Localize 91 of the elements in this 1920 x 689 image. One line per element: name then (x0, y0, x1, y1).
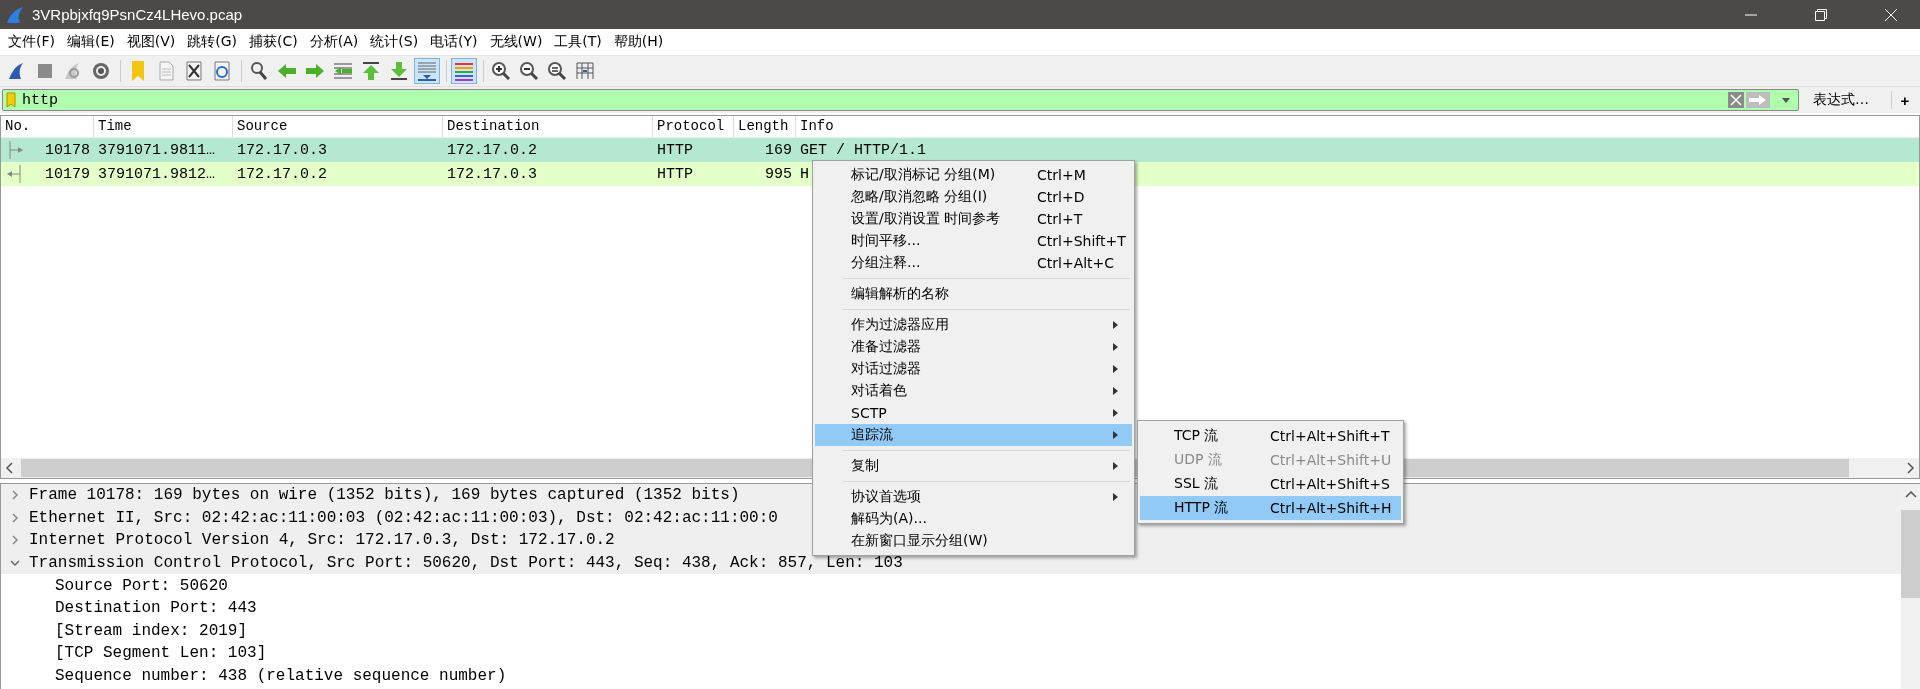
menu-item[interactable]: TCP 流 Ctrl+Alt+Shift+T (1140, 424, 1401, 448)
window-title: 3VRpbjxfq9PsnCz4LHevo.pcap (32, 6, 243, 23)
arrow-down-icon (388, 60, 410, 82)
menu-item[interactable]: 解码为(A)... (815, 508, 1132, 530)
chevron-left-icon[interactable] (5, 462, 15, 474)
menu-item[interactable]: 帮助(H) (608, 33, 671, 51)
close-file-icon (183, 60, 205, 82)
column-header[interactable]: Protocol (653, 116, 734, 137)
table-cell-text: 172.17.0.3 (236, 141, 328, 159)
menu-item[interactable]: 分组注释... Ctrl+Alt+C (815, 252, 1132, 274)
tree-item[interactable]: [TCP Segment Len: 103] (55, 644, 267, 663)
maximize-icon[interactable] (1814, 7, 1828, 22)
add-filter-button[interactable]: + (1892, 90, 1918, 110)
table-cell-text: 172.17.0.2 (446, 141, 538, 159)
menu-item[interactable]: SSL 流 Ctrl+Alt+Shift+S (1140, 472, 1401, 496)
gear-icon (90, 60, 112, 82)
menu-item[interactable]: 协议首选项 (815, 486, 1132, 508)
tree-item[interactable]: Frame 10178: 169 bytes on wire (1352 bits), 169 bytes captured (1352 bits) (29, 486, 740, 505)
menu-item[interactable]: 统计(S) (365, 33, 426, 51)
table-cell-text: 169 (764, 141, 793, 159)
colorize-icon (453, 60, 475, 82)
table-cell-text: GET / HTTP/1.1 (799, 141, 928, 159)
zoom-reset-icon (546, 60, 568, 82)
tree-item[interactable]: Destination Port: 443 (55, 599, 257, 618)
chevron-right-icon[interactable] (9, 534, 21, 547)
search-icon (248, 60, 270, 82)
zoom-in-icon (490, 60, 512, 82)
menu-item[interactable]: 准备过滤器 (815, 336, 1132, 358)
menu-item[interactable]: 编辑解析的名称 (815, 283, 1132, 305)
menu-item[interactable]: 忽略/取消忽略 分组(I) Ctrl+D (815, 186, 1132, 208)
table-cell-text: 995 (764, 165, 793, 183)
tree-item[interactable]: Source Port: 50620 (55, 576, 228, 595)
column-header[interactable]: Info (796, 116, 1919, 137)
expression-button[interactable]: 表达式… (1803, 91, 1879, 109)
autoscroll-button[interactable] (414, 58, 440, 84)
menu-item[interactable]: 捕获(C) (244, 33, 305, 51)
tree-item[interactable]: Internet Protocol Version 4, Src: 172.17.0.3, Dst: 172.17.0.2 (29, 531, 615, 550)
menu-item[interactable]: 对话过滤器 (815, 358, 1132, 380)
table-cell-text: 172.17.0.2 (236, 165, 328, 183)
tree-item[interactable]: [Stream index: 2019] (55, 621, 248, 640)
close-icon[interactable] (1884, 7, 1898, 22)
packet-row[interactable]: 10178 3791071.9811… 172.17.0.3 172.17.0.2 HTTP 169 GET / HTTP/1.1 (1, 138, 1919, 162)
tree-item[interactable]: Ethernet II, Src: 02:42:ac:11:00:03 (02:42:ac:11:00:03), Dst: 02:42:ac:11:00:0 (29, 508, 778, 527)
jump-icon (332, 60, 354, 82)
vertical-scrollbar[interactable] (1901, 484, 1920, 689)
menu-item[interactable]: 视图(V) (121, 33, 183, 51)
table-cell-text: 172.17.0.3 (446, 165, 538, 183)
column-header[interactable]: Source (233, 116, 443, 137)
arrow-up-icon (360, 60, 382, 82)
table-cell-text: HTTP (656, 141, 694, 159)
table-cell-text: 3791071.9812… (97, 165, 217, 183)
chevron-up-icon[interactable] (1904, 490, 1917, 500)
display-filter-field[interactable]: http (2, 89, 1799, 111)
menu-item[interactable]: 跳转(G) (182, 33, 245, 51)
menu-item[interactable]: 无线(W) (484, 33, 550, 51)
column-header[interactable]: No. (1, 116, 94, 137)
autoscroll-icon (416, 60, 438, 82)
menu-item[interactable]: 编辑(E) (62, 33, 122, 51)
menu-item[interactable]: HTTP 流 Ctrl+Alt+Shift+H (1140, 496, 1401, 520)
table-cell-text: 10179 (44, 165, 91, 183)
caret-icon[interactable] (1782, 97, 1790, 103)
chevron-right-icon[interactable] (1905, 462, 1915, 474)
colorize-button[interactable] (451, 58, 477, 84)
column-header[interactable]: Time (94, 116, 233, 137)
resize-columns-icon (574, 60, 596, 82)
menu-item[interactable]: 对话着色 (815, 380, 1132, 402)
chevron-right-icon[interactable] (9, 489, 21, 502)
table-cell-text: 10178 (44, 141, 91, 159)
menu-item[interactable]: 分析(A) (304, 33, 366, 51)
menu-item[interactable]: 复制 (815, 455, 1132, 477)
menu-item[interactable]: 电话(Y) (425, 33, 485, 51)
chevron-right-icon[interactable] (9, 511, 21, 524)
menu-item[interactable]: 工具(T) (549, 33, 609, 51)
table-cell-text: HTTP (656, 165, 694, 183)
menu-item[interactable]: 追踪流 (815, 424, 1132, 446)
table-cell-text: 3791071.9811… (97, 141, 217, 159)
menu-item[interactable]: 设置/取消设置 时间参考 Ctrl+T (815, 208, 1132, 230)
clear-icon[interactable] (1728, 92, 1744, 108)
menu-item[interactable]: SCTP (815, 402, 1132, 424)
menu-item[interactable]: 标记/取消标记 分组(M) Ctrl+M (815, 164, 1132, 186)
menu-item[interactable]: 在新窗口显示分组(W) (815, 530, 1132, 552)
column-header[interactable]: Length (734, 116, 796, 137)
zoom-out-icon (518, 60, 540, 82)
menu-item: UDP 流 Ctrl+Alt+Shift+U (1173, 450, 1393, 470)
menu-item[interactable]: 时间平移... Ctrl+Shift+T (815, 230, 1132, 252)
menu-item[interactable]: 文件(F) (3, 33, 62, 51)
table-cell-text: H (799, 165, 810, 183)
tree-item[interactable]: Sequence number: 438 (relative sequence number) (55, 667, 507, 686)
shark-fin-icon (6, 5, 24, 24)
menu-item[interactable]: 作为过滤器应用 (815, 314, 1132, 336)
column-header[interactable]: Destination (443, 116, 653, 137)
